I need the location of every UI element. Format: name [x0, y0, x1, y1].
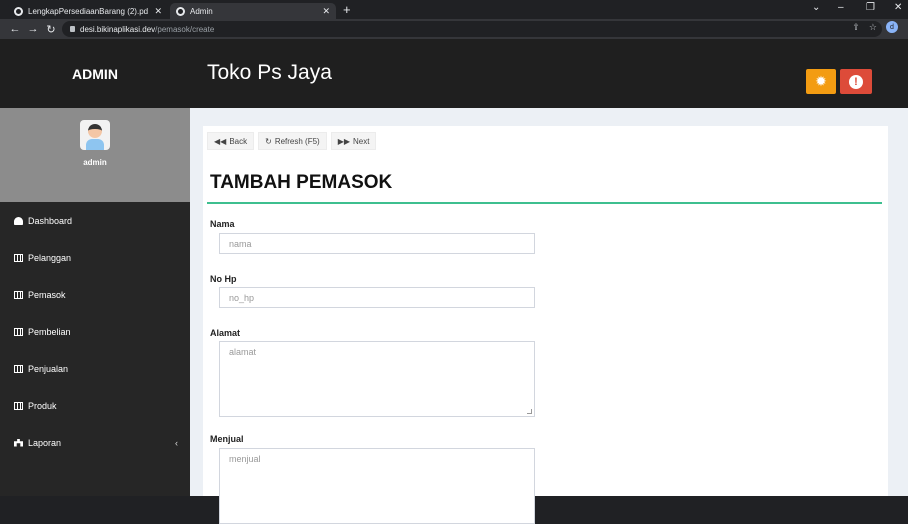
lock-icon — [70, 26, 75, 32]
sidebar-item-dashboard[interactable]: Dashboard — [0, 202, 190, 239]
url-host: desi.bikinaplikasi.dev — [80, 24, 156, 34]
alamat-textarea[interactable]: alamat — [219, 341, 535, 417]
form-toolbar: ◀◀ Back ↻ Refresh (F5) ▶▶ Next — [207, 132, 377, 150]
sidebar-item-laporan[interactable]: Laporan ‹ — [0, 424, 190, 461]
page-title: TAMBAH PEMASOK — [210, 172, 393, 193]
browser-actions: ⇪ ☆ d — [852, 21, 898, 33]
tab-title: Admin — [190, 6, 213, 16]
close-icon[interactable]: ✕ — [154, 6, 162, 17]
dashboard-icon — [14, 216, 23, 225]
table-icon — [14, 364, 23, 373]
fast-backward-icon: ◀◀ — [214, 136, 227, 146]
no-hp-label: No Hp — [210, 274, 237, 284]
chevron-left-icon: ‹ — [175, 437, 178, 448]
new-tab-button[interactable]: + — [343, 2, 351, 17]
sidebar-item-label: Laporan — [28, 437, 62, 448]
browser-tab-admin[interactable]: Admin ✕ — [170, 3, 336, 19]
sidebar-item-pembelian[interactable]: Pembelian — [0, 313, 190, 350]
table-icon — [14, 253, 23, 262]
sitemap-icon — [14, 438, 23, 447]
star-icon[interactable]: ☆ — [869, 22, 877, 33]
sidebar: ADMIN admin Dashboard Pelanggan Pemasok — [0, 39, 190, 496]
sidebar-item-label: Pemasok — [28, 289, 66, 300]
back-label: Back — [229, 136, 248, 146]
user-panel: admin — [0, 108, 190, 202]
forward-arrow-icon[interactable]: → — [27, 23, 39, 35]
sidebar-item-penjualan[interactable]: Penjualan — [0, 350, 190, 387]
sidebar-item-pelanggan[interactable]: Pelanggan — [0, 239, 190, 276]
sidebar-item-produk[interactable]: Produk — [0, 387, 190, 424]
sidebar-item-label: Penjualan — [28, 363, 69, 374]
gear-icon: ✹ — [815, 73, 827, 89]
fast-forward-icon: ▶▶ — [337, 136, 351, 146]
window-close-button[interactable]: ✕ — [894, 2, 902, 13]
chevron-down-icon[interactable]: ⌄ — [812, 2, 820, 13]
nama-input[interactable]: nama — [219, 233, 535, 254]
browser-tab-pdf[interactable]: LengkapPersediaanBarang (2).pd ✕ — [8, 3, 168, 19]
sidebar-item-label: Produk — [28, 400, 57, 411]
back-button[interactable]: ◀◀ Back — [207, 132, 255, 150]
close-icon[interactable]: ✕ — [322, 6, 330, 17]
menjual-placeholder: menjual — [229, 454, 261, 464]
username: admin — [83, 158, 107, 167]
alamat-placeholder: alamat — [229, 347, 257, 357]
sidebar-item-label: Dashboard — [28, 215, 73, 226]
sidebar-item-pemasok[interactable]: Pemasok — [0, 276, 190, 313]
next-label: Next — [353, 136, 370, 146]
table-icon — [14, 327, 23, 336]
browser-toolbar: ← → ↻ desi.bikinaplikasi.dev/pemasok/cre… — [0, 19, 908, 39]
next-button[interactable]: ▶▶ Next — [330, 132, 377, 150]
app-root: ADMIN admin Dashboard Pelanggan Pemasok — [0, 39, 908, 524]
address-bar[interactable]: desi.bikinaplikasi.dev/pemasok/create — [62, 21, 882, 37]
sidebar-item-label: Pembelian — [28, 326, 71, 337]
brand-logo[interactable]: ADMIN — [0, 39, 190, 108]
top-navbar: Toko Ps Jaya ✹ ! — [190, 39, 908, 108]
sidebar-item-label: Pelanggan — [28, 252, 72, 263]
avatar — [80, 120, 110, 150]
table-icon — [14, 401, 23, 410]
page-header-title: Toko Ps Jaya — [207, 61, 332, 84]
globe-icon — [176, 6, 185, 16]
content-box: ◀◀ Back ↻ Refresh (F5) ▶▶ Next TAMBAH PE… — [203, 126, 888, 524]
restore-button[interactable]: ❐ — [866, 2, 875, 13]
browser-tab-bar: LengkapPersediaanBarang (2).pd ✕ Admin ✕… — [0, 0, 908, 19]
nama-label: Nama — [210, 219, 235, 229]
share-icon[interactable]: ⇪ — [852, 22, 860, 33]
settings-button[interactable]: ✹ — [806, 69, 836, 94]
refresh-icon: ↻ — [265, 136, 272, 146]
exclamation-icon: ! — [849, 74, 863, 89]
globe-icon — [14, 6, 23, 16]
title-divider — [207, 202, 882, 204]
tab-title: LengkapPersediaanBarang (2).pd — [28, 6, 149, 16]
menjual-label: Menjual — [210, 434, 244, 444]
url-path: /pemasok/create — [155, 24, 215, 34]
table-icon — [14, 290, 23, 299]
alamat-label: Alamat — [210, 328, 241, 338]
menjual-textarea[interactable]: menjual — [219, 448, 535, 524]
reload-icon[interactable]: ↻ — [45, 23, 57, 36]
minimize-button[interactable]: – — [838, 2, 844, 13]
profile-avatar[interactable]: d — [886, 21, 898, 33]
sidebar-menu: Dashboard Pelanggan Pemasok Pembelian Pe… — [0, 202, 190, 461]
no-hp-input[interactable]: no_hp — [219, 287, 535, 308]
back-arrow-icon[interactable]: ← — [9, 23, 21, 35]
refresh-button[interactable]: ↻ Refresh (F5) — [258, 132, 327, 150]
alert-button[interactable]: ! — [840, 69, 872, 94]
resize-handle[interactable] — [527, 409, 532, 414]
refresh-label: Refresh (F5) — [274, 136, 320, 146]
